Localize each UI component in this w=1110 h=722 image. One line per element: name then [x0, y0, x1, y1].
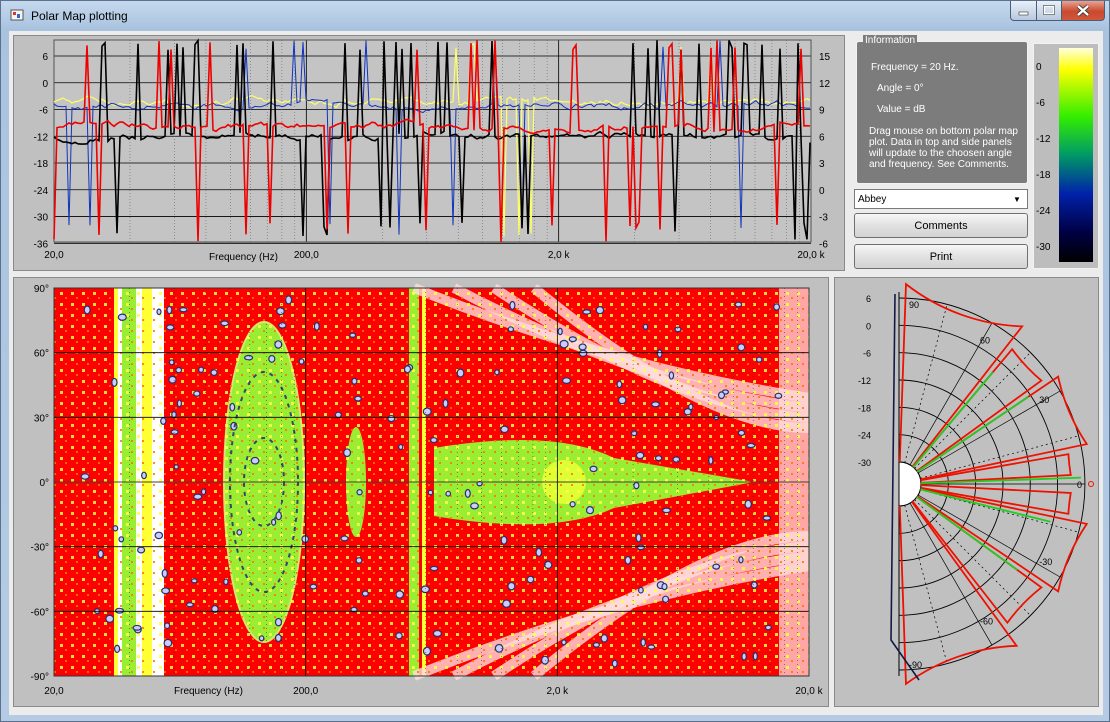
scale-label: -30 [1036, 242, 1051, 253]
polar-map-panel: 90° 60° 30° 0° -30° -60° -90° 20,0 200,0 2,0 k 20… [13, 277, 829, 707]
top-y-left-tick: -6 [39, 106, 48, 117]
print-button[interactable]: Print [854, 244, 1028, 269]
polar-response-curve [916, 496, 1018, 571]
map-y-tick: 60° [34, 349, 49, 360]
map-y-tick: 30° [34, 413, 49, 424]
polar-angle-label: 0 [1077, 480, 1082, 490]
dataset-selected: Abbey [858, 194, 887, 205]
title-bar[interactable]: Polar Map plotting [1, 1, 1109, 31]
scale-label: -18 [1036, 170, 1051, 181]
close-icon [1076, 4, 1090, 17]
minimize-icon [1018, 11, 1029, 16]
top-x-tick: 200,0 [294, 250, 319, 261]
polar-angle-label: 60 [980, 336, 990, 346]
polar-map-plot[interactable]: 90° 60° 30° 0° -30° -60° -90° 20,0 200,0 2,0 k 20… [14, 278, 828, 706]
top-y-right-tick: 12 [819, 79, 831, 90]
chevron-down-icon[interactable]: ▼ [1009, 191, 1025, 207]
comments-button[interactable]: Comments [854, 213, 1028, 238]
information-groupbox: Information Frequency = 20 Hz. Angle = 0… [856, 35, 1028, 184]
polar-plot-panel: 6 0 -6 -12 -18 -24 -30 90 60 30 0 -30 -60 -90 [834, 277, 1099, 707]
polar-angle-label: 90 [909, 300, 919, 310]
polar-response-curve [911, 496, 1043, 625]
maximize-button[interactable] [1036, 1, 1062, 21]
app-icon [10, 9, 24, 21]
top-y-left-tick: 0 [42, 79, 48, 90]
polar-radial-tick: -24 [858, 431, 871, 441]
frequency-response-plot[interactable]: 6 0 -6 -12 -18 -24 -30 -36 15 12 9 6 3 0 -3 -6 20,0 200… [14, 36, 844, 270]
map-x-tick: 20,0 k [795, 686, 823, 697]
map-x-tick: 20,0 [44, 686, 64, 697]
top-y-right-tick: -6 [819, 239, 828, 250]
top-x-tick: 2,0 k [548, 250, 571, 261]
top-y-right-tick: 15 [819, 52, 831, 63]
minimize-button[interactable] [1010, 1, 1037, 21]
map-xlabel: Frequency (Hz) [174, 686, 243, 697]
top-x-tick: 20,0 [44, 250, 64, 261]
scale-label: -6 [1036, 98, 1045, 109]
dataset-dropdown[interactable]: Abbey ▼ [854, 189, 1028, 209]
top-y-left-tick: -24 [34, 186, 49, 197]
help-line-4: and frequency. See Comments. [869, 159, 1009, 170]
top-xlabel: Frequency (Hz) [209, 252, 278, 263]
polar-radial-tick: 0 [866, 321, 871, 331]
information-legend: Information [863, 35, 918, 46]
map-y-tick: 90° [34, 284, 49, 295]
top-x-tick: 20,0 k [797, 250, 825, 261]
frequency-readout: Frequency = 20 Hz. [871, 62, 959, 73]
map-y-tick: -30° [31, 543, 49, 554]
polar-radial-tick: -6 [863, 349, 871, 359]
polar-marker [1088, 481, 1094, 487]
polar-angle-label: -30 [1039, 557, 1052, 567]
app-window: Polar Map plotting 6 0 -6 -12 -18 -24 -30 -36 1… [0, 0, 1110, 722]
help-line-2: plot. Data in top and side panels [869, 137, 1012, 148]
color-scale-panel: 0 -6 -12 -18 -24 -30 [1033, 43, 1099, 269]
maximize-icon [1043, 5, 1055, 15]
polar-angle-label: -90 [909, 660, 922, 670]
polar-radial-tick: -18 [858, 403, 871, 413]
polar-response-curve [920, 488, 1051, 523]
close-button[interactable] [1061, 1, 1105, 21]
top-y-right-tick: -3 [819, 213, 828, 224]
map-y-tick: -60° [31, 607, 49, 618]
scale-label: 0 [1036, 62, 1042, 73]
value-readout: Value = dB [877, 104, 926, 115]
map-y-tick: -90° [31, 672, 49, 683]
scale-label: -12 [1036, 134, 1051, 145]
polar-radial-tick: -12 [858, 376, 871, 386]
polar-angle-label: -60 [980, 616, 993, 626]
top-y-left-tick: -18 [34, 159, 49, 170]
map-x-tick: 200,0 [293, 686, 318, 697]
top-y-right-tick: 6 [819, 132, 825, 143]
polar-radial-tick: 6 [866, 294, 871, 304]
polar-plot[interactable]: 60-6-12-18-24-30 9060300-30-60-90 [835, 278, 1098, 706]
top-y-left-tick: -36 [34, 239, 49, 250]
top-y-left-tick: 6 [42, 52, 48, 63]
color-scale-bar [1059, 48, 1093, 262]
scale-label: -24 [1036, 206, 1051, 217]
client-area: 6 0 -6 -12 -18 -24 -30 -36 15 12 9 6 3 0 -3 -6 20,0 200… [9, 31, 1103, 715]
top-y-left-tick: -12 [34, 132, 49, 143]
polar-response-curve [898, 501, 1019, 686]
top-y-left-tick: -30 [34, 213, 49, 224]
window-title: Polar Map plotting [31, 9, 128, 23]
map-x-tick: 2,0 k [546, 686, 569, 697]
map-y-tick: 0° [39, 478, 49, 489]
top-y-right-tick: 0 [819, 186, 825, 197]
angle-readout: Angle = 0° [877, 83, 924, 94]
polar-angle-label: 30 [1039, 395, 1049, 405]
top-y-right-tick: 3 [819, 159, 825, 170]
color-scale: 0 -6 -12 -18 -24 -30 [1036, 48, 1093, 262]
help-line-1: Drag mouse on bottom polar map [869, 126, 1018, 137]
frequency-response-panel: 6 0 -6 -12 -18 -24 -30 -36 15 12 9 6 3 0 -3 -6 20,0 200… [13, 35, 845, 271]
help-line-3: will update to the choosen angle [869, 148, 1012, 159]
polar-radial-tick: -30 [858, 458, 871, 468]
polar-response-curve [912, 347, 1043, 472]
top-y-right-tick: 9 [819, 106, 825, 117]
